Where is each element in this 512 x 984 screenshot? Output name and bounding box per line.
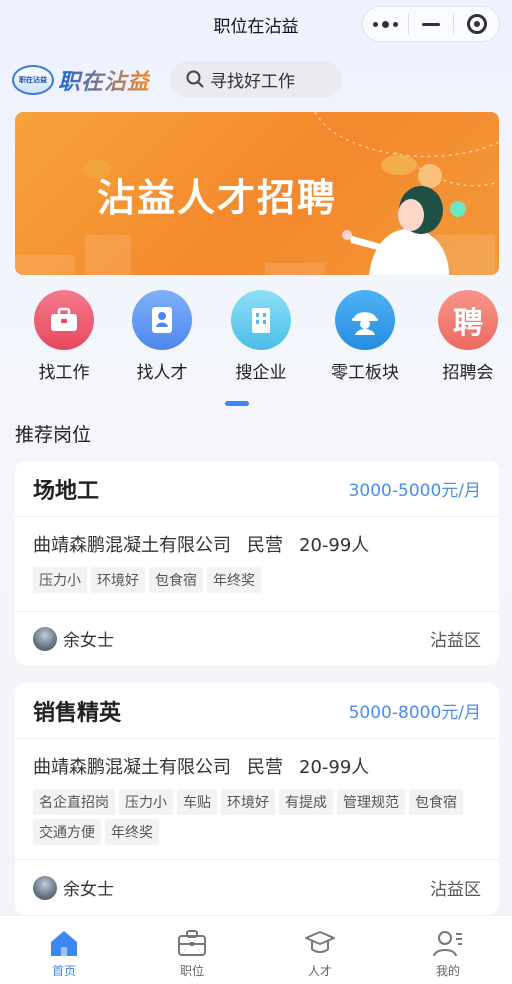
job-contact: 余女士: [33, 875, 114, 900]
minimize-button[interactable]: [409, 7, 454, 41]
job-tag: 包食宿: [409, 789, 463, 815]
job-tag: 环境好: [221, 789, 275, 815]
company-ownership: 民营: [247, 757, 283, 778]
resume-icon: [132, 290, 192, 350]
job-tags: 名企直招岗 压力小 车贴 环境好 有提成 管理规范 包食宿 交通方便 年终奖: [15, 779, 499, 845]
search-placeholder: 寻找好工作: [210, 71, 295, 92]
company-size: 20-99人: [299, 757, 370, 778]
tab-home[interactable]: 首页: [0, 916, 128, 984]
more-dots-icon: [372, 20, 398, 28]
company-name: 曲靖森鹏混凝土有限公司: [33, 535, 231, 556]
graduation-cap-icon: [305, 931, 335, 953]
avatar: [33, 875, 57, 900]
contact-name: 余女士: [63, 880, 114, 900]
job-tag: 包食宿: [149, 567, 203, 593]
company-name: 曲靖森鹏混凝土有限公司: [33, 757, 231, 778]
quicknav-search-company[interactable]: 搜企业: [216, 290, 306, 383]
tab-talent[interactable]: 人才: [256, 916, 384, 984]
home-icon: [51, 931, 77, 956]
worker-helmet-icon: [335, 290, 395, 350]
title-bar: 职位在沾益: [0, 0, 512, 48]
quick-nav: 找工作 找人才 搜企业 零工板块 聘 招聘会: [0, 290, 512, 390]
job-area: 沾益区: [430, 631, 481, 651]
bottom-tab-bar: 首页 职位 人才 我的: [0, 915, 512, 984]
job-company-info: 曲靖森鹏混凝土有限公司 民营 20-99人: [15, 517, 499, 557]
job-tags: 压力小 环境好 包食宿 年终奖: [15, 557, 499, 593]
briefcase-icon: [178, 930, 206, 956]
job-tag: 名企直招岗: [33, 789, 115, 815]
hire-char-icon: 聘: [438, 290, 498, 350]
logo: 职在沾益 职在沾益: [12, 60, 154, 100]
job-salary: 3000-5000元/月: [348, 481, 481, 501]
job-contact: 余女士: [33, 626, 114, 651]
mini-program-capsule: [362, 6, 500, 42]
tab-label: 人才: [307, 964, 332, 978]
job-card[interactable]: 场地工 3000-5000元/月 曲靖森鹏混凝土有限公司 民营 20-99人 压力小…: [15, 461, 499, 665]
search-input[interactable]: 寻找好工作: [170, 61, 342, 97]
job-salary: 5000-8000元/月: [348, 703, 481, 723]
page-title: 职位在沾益: [213, 16, 299, 37]
minimize-icon: [422, 22, 440, 26]
contact-name: 余女士: [63, 631, 114, 651]
section-title-recommended: 推荐岗位: [15, 424, 92, 446]
quicknav-find-job[interactable]: 找工作: [19, 290, 109, 383]
job-tag: 压力小: [33, 567, 87, 593]
search-icon: [186, 70, 204, 88]
job-company-info: 曲靖森鹏混凝土有限公司 民营 20-99人: [15, 739, 499, 779]
quicknav-page-indicator: [225, 401, 249, 406]
job-area: 沾益区: [430, 880, 481, 900]
logo-badge: 职在沾益: [12, 65, 54, 95]
logo-text: 职在沾益: [58, 64, 150, 96]
more-button[interactable]: [363, 7, 408, 41]
job-title: 销售精英: [33, 700, 122, 726]
close-button[interactable]: [454, 7, 499, 41]
briefcase-icon: [34, 290, 94, 350]
tab-mine[interactable]: 我的: [384, 916, 512, 984]
quicknav-job-fair[interactable]: 聘 招聘会: [423, 290, 512, 383]
job-tag: 环境好: [91, 567, 145, 593]
avatar: [33, 626, 57, 651]
tab-jobs[interactable]: 职位: [128, 916, 256, 984]
job-tag: 交通方便: [33, 819, 101, 845]
quicknav-find-talent[interactable]: 找人才: [117, 290, 207, 383]
recruiter-illustration: [342, 186, 449, 275]
job-tag: 年终奖: [105, 819, 159, 845]
job-tag: 压力小: [119, 789, 173, 815]
job-card[interactable]: 销售精英 5000-8000元/月 曲靖森鹏混凝土有限公司 民营 20-99人 名企…: [15, 683, 499, 915]
banner[interactable]: 沾益人才招聘: [15, 112, 499, 275]
job-tag: 有提成: [279, 789, 333, 815]
quicknav-gig-work[interactable]: 零工板块: [320, 290, 410, 383]
company-size: 20-99人: [299, 535, 370, 556]
user-icon: [433, 931, 462, 957]
tab-label: 职位: [179, 964, 204, 978]
building-icon: [231, 290, 291, 350]
job-tag: 车贴: [177, 789, 217, 815]
close-target-icon: [466, 14, 487, 34]
job-tag: 年终奖: [207, 567, 261, 593]
tab-label: 首页: [51, 964, 76, 978]
header: 职在沾益 职在沾益 寻找好工作: [0, 56, 512, 102]
banner-title: 沾益人才招聘: [97, 175, 338, 220]
tab-label: 我的: [435, 964, 460, 978]
company-ownership: 民营: [247, 535, 283, 556]
job-tag: 管理规范: [337, 789, 405, 815]
job-title: 场地工: [33, 478, 100, 504]
